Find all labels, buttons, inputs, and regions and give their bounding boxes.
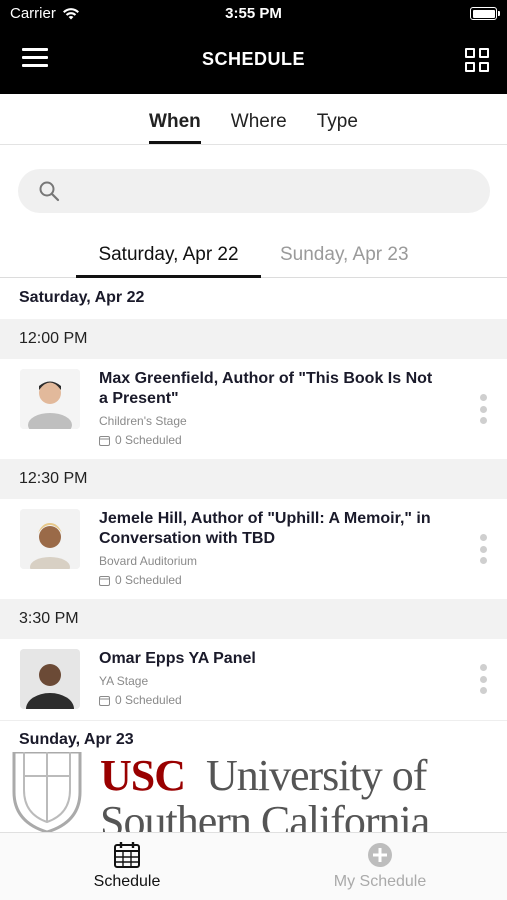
filter-tabs: When Where Type [0,94,507,145]
tab-schedule[interactable]: Schedule [47,841,207,891]
university-name-line2: Southern California [100,797,430,832]
tab-saturday[interactable]: Saturday, Apr 22 [76,244,261,278]
day-tabs: Saturday, Apr 22 Sunday, Apr 23 [0,234,507,278]
search-icon [39,181,60,202]
usc-seal-logo [12,752,82,832]
event-row[interactable]: Omar Epps YA Panel YA Stage 0 Scheduled [0,639,507,720]
tab-type[interactable]: Type [317,94,358,144]
bottom-tab-bar: Schedule My Schedule [0,832,507,900]
calendar-icon [99,435,110,446]
event-row[interactable]: Jemele Hill, Author of "Uphill: A Memoir… [0,499,507,599]
day-header: Sunday, Apr 23 [0,720,507,752]
event-row[interactable]: Max Greenfield, Author of "This Book Is … [0,359,507,459]
plus-circle-icon [368,843,392,867]
event-title: Omar Epps YA Panel [99,650,256,667]
search-bar[interactable] [18,169,490,213]
tab-where[interactable]: Where [231,94,287,144]
more-options-icon[interactable] [479,534,487,564]
scheduled-count: 0 Scheduled [99,573,182,587]
status-time: 3:55 PM [225,5,282,22]
time-header: 12:00 PM [0,319,507,359]
calendar-icon [114,842,140,868]
speaker-photo [20,509,80,569]
event-title: Jemele Hill, Author of "Uphill: A Memoir… [99,510,431,547]
scheduled-count: 0 Scheduled [99,693,182,707]
status-bar: Carrier 3:55 PM [0,0,507,28]
tab-sunday[interactable]: Sunday, Apr 23 [280,244,409,266]
scheduled-count: 0 Scheduled [99,433,182,447]
event-venue: Children's Stage [99,414,187,428]
event-title: Max Greenfield, Author of "This Book Is … [99,370,433,407]
battery-icon [470,7,500,20]
tab-my-schedule-label: My Schedule [333,873,427,890]
more-options-icon[interactable] [479,394,487,424]
nav-bar: SCHEDULE [0,28,507,94]
page-title: SCHEDULE [201,49,305,69]
calendar-icon [99,575,110,586]
grid-view-icon[interactable] [465,48,489,72]
day-header: Saturday, Apr 22 [0,279,507,319]
scheduled-label: 0 Scheduled [115,433,182,447]
event-venue: YA Stage [99,674,149,688]
more-options-icon[interactable] [479,664,487,694]
search-input[interactable] [70,182,470,200]
sponsor-banner[interactable]: USC University of Southern California [0,752,507,832]
speaker-photo [20,649,80,709]
scheduled-label: 0 Scheduled [115,693,182,707]
university-name-line1: University of [206,752,427,800]
scheduled-label: 0 Scheduled [115,573,182,587]
time-header: 3:30 PM [0,599,507,639]
event-venue: Bovard Auditorium [99,554,198,568]
usc-wordmark: USC [100,752,186,800]
calendar-icon [99,695,110,706]
tab-when[interactable]: When [149,94,201,144]
speaker-photo [20,369,80,429]
time-header: 12:30 PM [0,459,507,499]
tab-my-schedule[interactable]: My Schedule [300,841,460,891]
tab-schedule-label: Schedule [93,873,161,890]
